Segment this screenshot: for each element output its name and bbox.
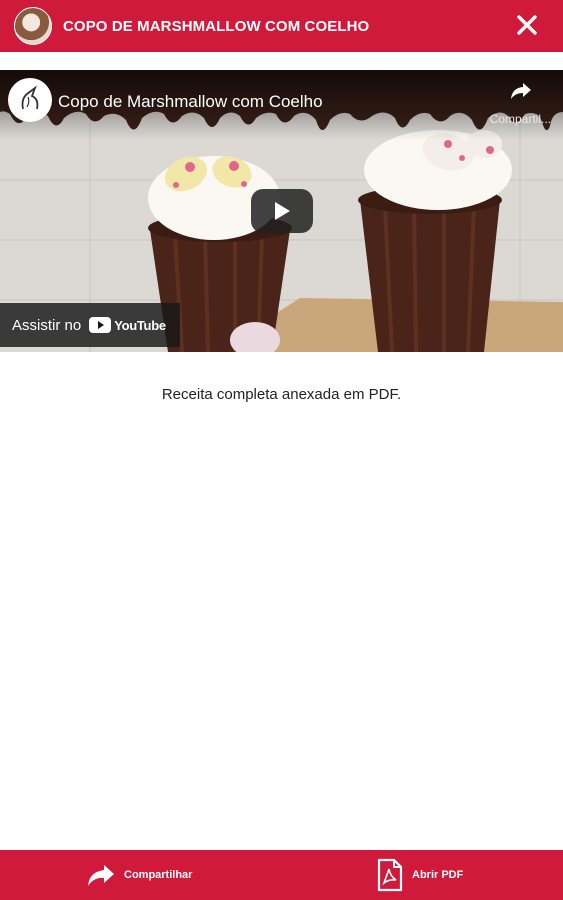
page-title: COPO DE MARSHMALLOW COM COELHO (63, 17, 370, 35)
share-arrow-icon (511, 83, 531, 99)
open-pdf-button[interactable]: Abrir PDF (376, 850, 463, 900)
watch-on-label: Assistir no (12, 316, 82, 334)
youtube-logo-icon (89, 317, 112, 333)
close-button[interactable] (515, 13, 539, 37)
youtube-wordmark: YouTube (114, 317, 166, 333)
play-button[interactable] (251, 189, 313, 233)
recipe-avatar (14, 7, 52, 45)
video-share-button[interactable]: Compartil... (490, 82, 551, 126)
share-button[interactable]: Compartilhar (86, 850, 192, 900)
watch-on-youtube-button[interactable]: Assistir no YouTube (0, 303, 180, 347)
app-header: COPO DE MARSHMALLOW COM COELHO (0, 0, 563, 52)
play-icon (275, 202, 290, 220)
video-title[interactable]: Copo de Marshmallow com Coelho (58, 92, 323, 112)
open-pdf-label: Abrir PDF (412, 869, 464, 881)
share-arrow-icon (88, 865, 114, 886)
channel-logo[interactable] (8, 78, 52, 122)
recipe-description: Receita completa anexada em PDF. (161, 386, 402, 403)
pdf-file-icon (377, 858, 403, 892)
unicorn-icon (21, 85, 39, 110)
video-share-label: Compartil... (489, 112, 551, 126)
share-label: Compartilhar (124, 869, 193, 881)
close-icon (517, 15, 537, 35)
video-player[interactable]: Copo de Marshmallow com Coelho Compartil… (0, 70, 563, 352)
bottom-action-bar: Compartilhar Abrir PDF (0, 850, 563, 900)
